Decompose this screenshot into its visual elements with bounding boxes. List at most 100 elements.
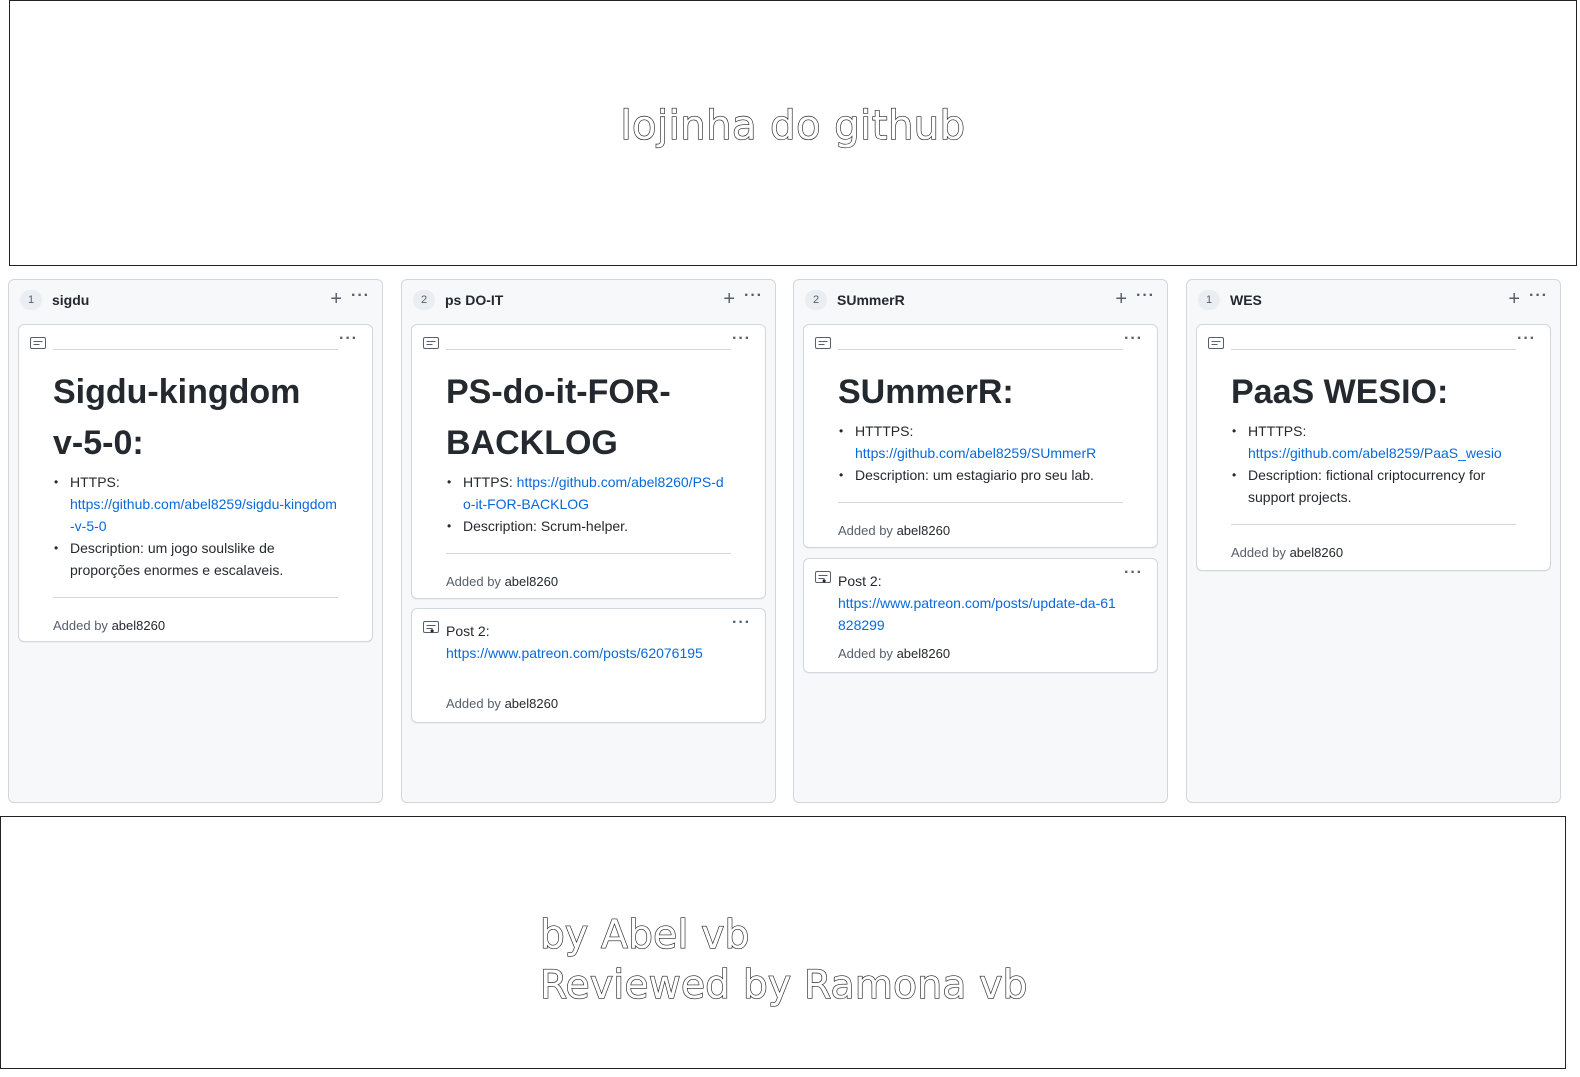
repo-link[interactable]: https://github.com/abel8259/sigdu-kingdo… — [70, 496, 337, 534]
column-menu-kebab-icon[interactable]: ··· — [744, 287, 763, 305]
page-title: lojinha do github — [620, 102, 966, 149]
description-label: Description: — [70, 540, 144, 556]
column-wes: 1 WES + ··· ··· PaaS WESIO: HTTTPS: https… — [1186, 279, 1561, 803]
added-by-user[interactable]: abel8260 — [897, 646, 951, 661]
card-body: Post 2: https://www.patreon.com/posts/620… — [429, 620, 731, 664]
https-label: HTTPS: — [463, 474, 513, 490]
column-name: ps DO-IT — [445, 292, 504, 308]
card-divider — [446, 553, 731, 554]
note-icon — [815, 337, 831, 349]
column-count: 1 — [1198, 290, 1220, 310]
card-title: Sigdu-kingdom v-5-0: — [53, 373, 301, 462]
added-by: Added by abel8260 — [1231, 545, 1516, 561]
card-details: HTTTPS: https://github.com/abel8259/PaaS_… — [1231, 420, 1516, 508]
column-menu-kebab-icon[interactable]: ··· — [351, 287, 370, 305]
project-card[interactable]: ··· Sigdu-kingdom v-5-0: HTTPS: https://g… — [18, 324, 373, 642]
card-body: SUmmerR: HTTTPS: https://github.com/abel8… — [838, 367, 1123, 539]
added-by-label: Added by — [838, 646, 893, 661]
added-by: Added by abel8260 — [53, 618, 338, 634]
project-card[interactable]: ··· PS-do-it-FOR-BACKLOG HTTPS: https://… — [411, 324, 766, 599]
reviewer-credit: Reviewed by Ramona vb — [539, 962, 1028, 1008]
card-menu-kebab-icon[interactable]: ··· — [339, 330, 358, 348]
card-menu-kebab-icon[interactable]: ··· — [732, 330, 751, 348]
card-divider — [446, 349, 731, 350]
card-title: PS-do-it-FOR-BACKLOG — [446, 373, 671, 462]
card-details: Post 2: https://www.patreon.com/posts/620… — [429, 620, 731, 664]
repo-link[interactable]: https://github.com/abel8259/PaaS_wesio — [1248, 445, 1502, 461]
column-header: 1 sigdu + ··· — [9, 280, 382, 322]
column-summerr: 2 SUmmerR + ··· ··· SUmmerR: HTTTPS: http… — [793, 279, 1168, 803]
card-menu-kebab-icon[interactable]: ··· — [1517, 330, 1536, 348]
card-menu-kebab-icon[interactable]: ··· — [732, 614, 751, 632]
list-item: HTTPS: https://github.com/abel8259/sigdu-… — [53, 471, 338, 537]
card-divider — [53, 349, 338, 350]
add-item-plus-icon[interactable]: + — [1508, 288, 1520, 310]
list-item: HTTPS: https://github.com/abel8260/PS-do… — [446, 471, 731, 515]
card-title: SUmmerR: — [838, 373, 1014, 411]
column-menu-kebab-icon[interactable]: ··· — [1136, 287, 1155, 305]
added-by-label: Added by — [53, 618, 108, 633]
add-item-plus-icon[interactable]: + — [723, 288, 735, 310]
added-by-user[interactable]: abel8260 — [112, 618, 166, 633]
post-card[interactable]: ··· Post 2: https://www.patreon.com/posts… — [411, 608, 766, 723]
column-name: sigdu — [52, 292, 90, 308]
card-divider — [1231, 524, 1516, 525]
list-item: Description: um estagiario pro seu lab. — [838, 464, 1123, 486]
column-header: 1 WES + ··· — [1187, 280, 1560, 322]
card-divider — [838, 502, 1123, 503]
card-details: HTTPS: https://github.com/abel8260/PS-do… — [446, 471, 731, 537]
card-body: PaaS WESIO: HTTTPS: https://github.com/ab… — [1231, 367, 1516, 561]
added-by-user[interactable]: abel8260 — [505, 574, 559, 589]
https-label: HTTPS: — [70, 474, 120, 490]
post-link[interactable]: https://www.patreon.com/posts/62076195 — [446, 645, 703, 661]
card-title: PaaS WESIO: — [1231, 373, 1449, 411]
header-banner: lojinha do github — [9, 0, 1577, 266]
added-by-label: Added by — [838, 523, 893, 538]
card-menu-kebab-icon[interactable]: ··· — [1124, 330, 1143, 348]
https-label: HTTTPS: — [1248, 423, 1307, 439]
card-divider — [1231, 349, 1516, 350]
project-card[interactable]: ··· PaaS WESIO: HTTTPS: https://github.co… — [1196, 324, 1551, 571]
description-label: Description: — [463, 518, 537, 534]
project-card[interactable]: ··· SUmmerR: HTTTPS: https://github.com/a… — [803, 324, 1158, 548]
list-item: HTTTPS: https://github.com/abel8259/SUmme… — [838, 420, 1123, 464]
list-item: Description: um jogo soulslike de propor… — [53, 537, 338, 581]
card-divider — [838, 349, 1123, 350]
column-count: 1 — [20, 290, 42, 310]
added-by: Added by abel8260 — [838, 523, 1123, 539]
add-item-plus-icon[interactable]: + — [330, 288, 342, 310]
card-menu-kebab-icon[interactable]: ··· — [1124, 564, 1143, 582]
author-credit: by Abel vb — [539, 912, 750, 958]
added-by-user[interactable]: abel8260 — [897, 523, 951, 538]
column-sigdu: 1 sigdu + ··· ··· Sigdu-kingdom v-5-0: H… — [8, 279, 383, 803]
added-by: Added by abel8260 — [446, 696, 558, 712]
post-card[interactable]: ··· Post 2: https://www.patreon.com/posts… — [803, 558, 1158, 673]
post-label: Post 2: — [446, 623, 490, 639]
column-menu-kebab-icon[interactable]: ··· — [1529, 287, 1548, 305]
added-by-label: Added by — [1231, 545, 1286, 560]
added-by: Added by abel8260 — [838, 646, 950, 662]
footer-banner: by Abel vb Reviewed by Ramona vb — [0, 816, 1566, 1069]
card-body: Post 2: https://www.patreon.com/posts/upd… — [821, 570, 1123, 636]
added-by-label: Added by — [446, 696, 501, 711]
column-ps-do-it: 2 ps DO-IT + ··· ··· PS-do-it-FOR-BACKLO… — [401, 279, 776, 803]
card-body: PS-do-it-FOR-BACKLOG HTTPS: https://gith… — [446, 367, 731, 590]
column-name: WES — [1230, 292, 1262, 308]
post-link[interactable]: https://www.patreon.com/posts/update-da-… — [838, 595, 1116, 633]
card-details: Post 2: https://www.patreon.com/posts/upd… — [821, 570, 1123, 636]
list-item: HTTTPS: https://github.com/abel8259/PaaS_… — [1231, 420, 1516, 464]
add-item-plus-icon[interactable]: + — [1115, 288, 1127, 310]
added-by-user[interactable]: abel8260 — [1290, 545, 1344, 560]
post-label: Post 2: — [838, 573, 882, 589]
column-count: 2 — [805, 290, 827, 310]
list-item: Description: fictional criptocurrency fo… — [1231, 464, 1516, 508]
note-icon — [30, 337, 46, 349]
description-label: Description: — [855, 467, 929, 483]
footer-credits: by Abel vb Reviewed by Ramona vb — [539, 911, 1028, 1011]
description-text: um estagiario pro seu lab. — [932, 467, 1094, 483]
column-header: 2 SUmmerR + ··· — [794, 280, 1167, 322]
added-by-label: Added by — [446, 574, 501, 589]
added-by-user[interactable]: abel8260 — [505, 696, 559, 711]
repo-link[interactable]: https://github.com/abel8259/SUmmerR — [855, 445, 1096, 461]
note-icon — [423, 337, 439, 349]
